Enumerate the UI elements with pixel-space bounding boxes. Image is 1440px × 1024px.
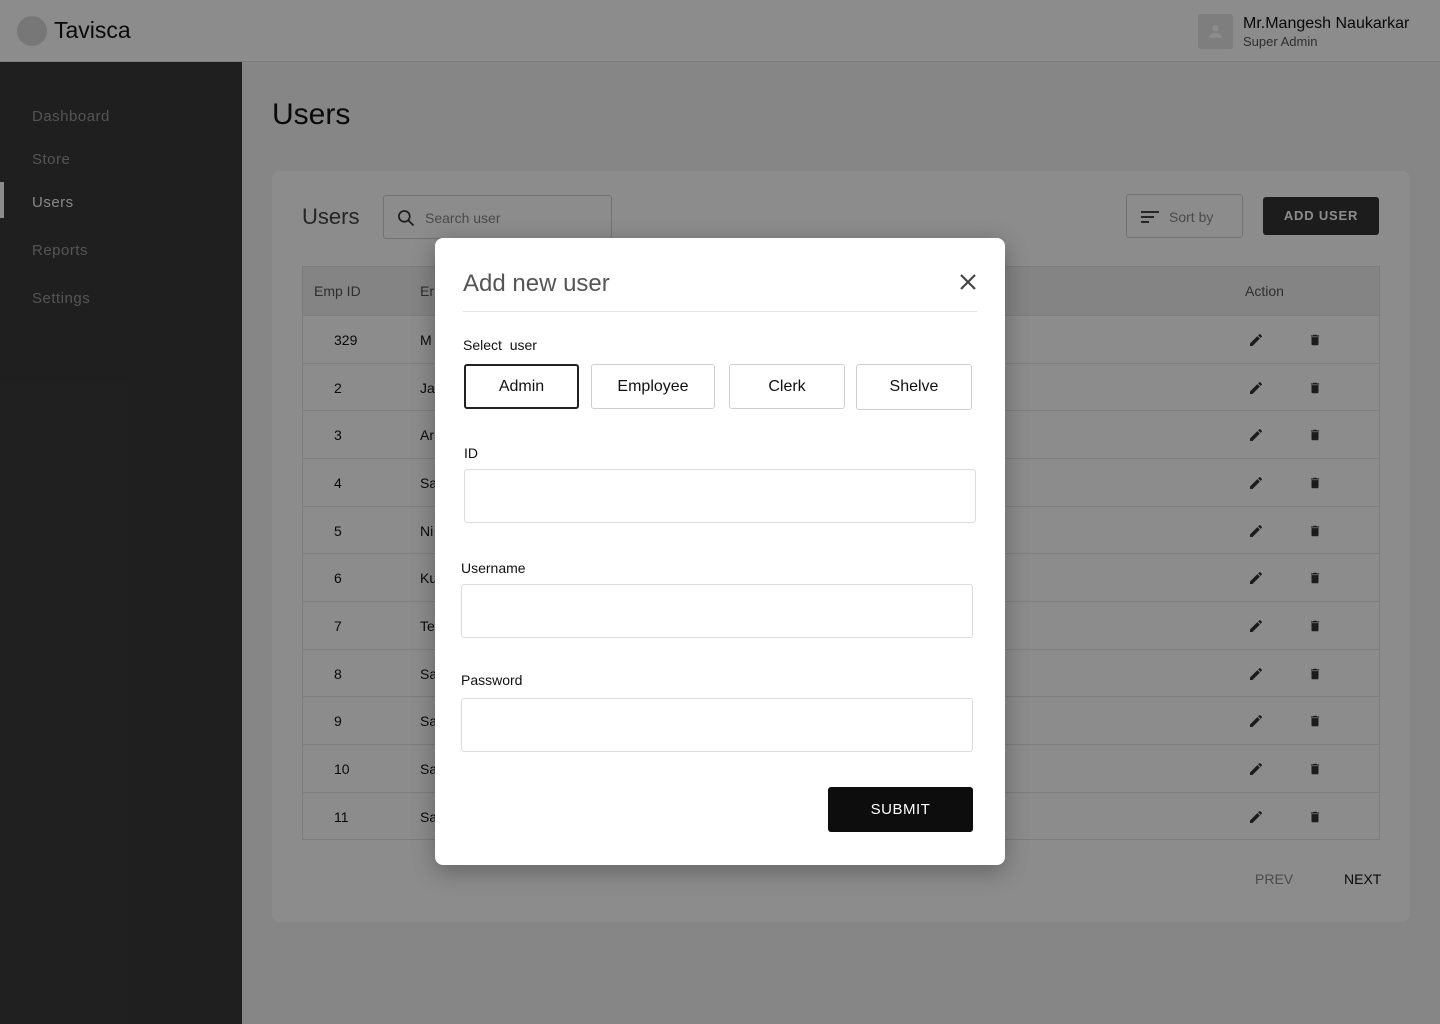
password-label: Password xyxy=(461,672,523,688)
id-label: ID xyxy=(464,445,478,461)
modal-divider xyxy=(463,311,977,312)
submit-button[interactable]: SUBMIT xyxy=(828,787,973,832)
select-user-label: Select user xyxy=(463,337,537,353)
add-user-modal: Add new user Select user Admin Employee … xyxy=(435,238,1005,865)
role-shelve-button[interactable]: Shelve xyxy=(856,364,972,410)
username-field[interactable] xyxy=(461,584,973,638)
role-employee-button[interactable]: Employee xyxy=(591,364,715,409)
id-field[interactable] xyxy=(464,469,976,523)
role-clerk-button[interactable]: Clerk xyxy=(729,364,845,409)
username-label: Username xyxy=(461,560,526,576)
close-icon[interactable] xyxy=(957,271,979,293)
password-field[interactable] xyxy=(461,698,973,752)
modal-title: Add new user xyxy=(463,270,610,297)
role-admin-button[interactable]: Admin xyxy=(464,364,579,409)
